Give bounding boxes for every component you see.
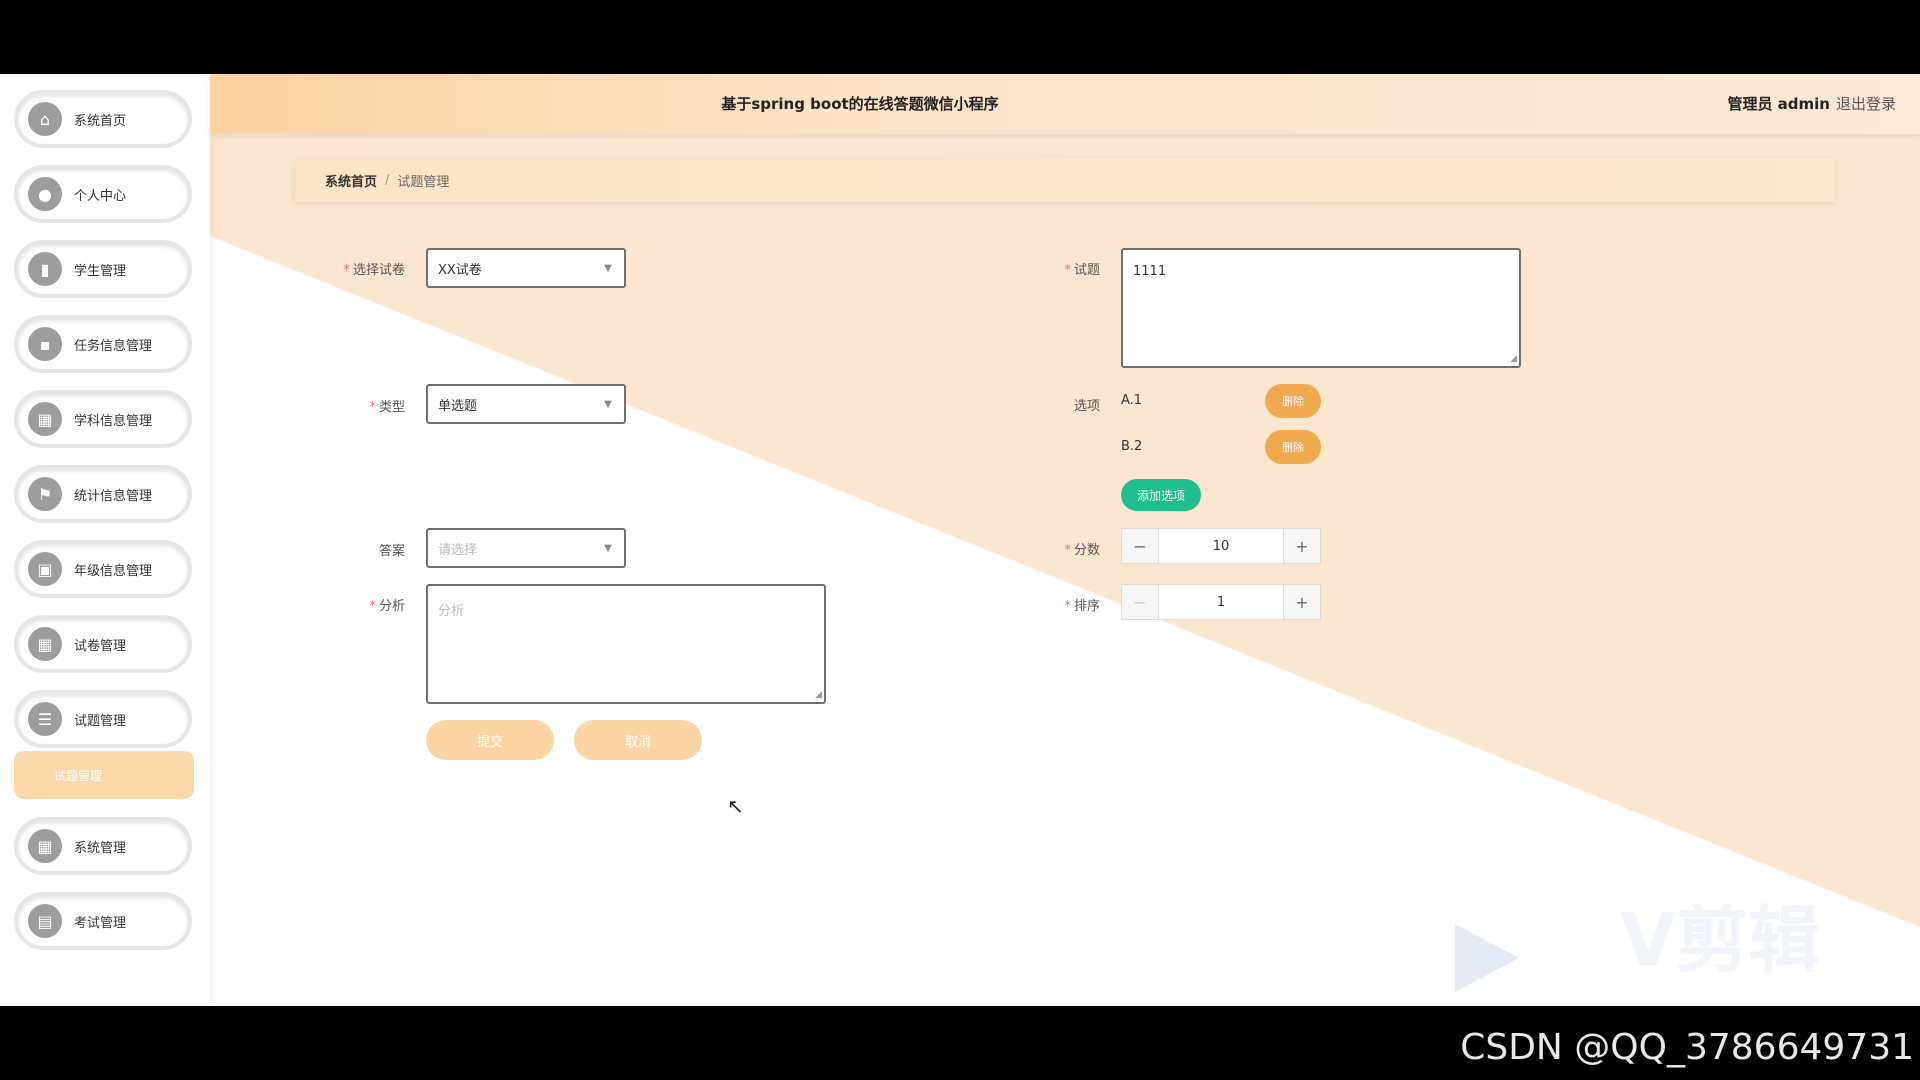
score-value[interactable]: 10 bbox=[1158, 529, 1284, 563]
order-value[interactable]: 1 bbox=[1158, 585, 1284, 619]
paper-select[interactable]: XX试卷 ▼ bbox=[426, 248, 626, 288]
sidebar-item-label: 试卷管理 bbox=[74, 638, 127, 654]
required-mark: * bbox=[343, 263, 350, 278]
flag-icon: ⚑ bbox=[28, 477, 62, 511]
breadcrumb-separator: / bbox=[385, 172, 390, 188]
grid-icon: ▦ bbox=[28, 402, 62, 436]
breadcrumb: 系统首页 / 试题管理 bbox=[295, 158, 1835, 202]
question-value: 1111 bbox=[1133, 264, 1167, 279]
type-select[interactable]: 单选题 ▼ bbox=[426, 384, 626, 424]
sidebar: ⌂ 系统首页 ● 个人中心 ▮ 学生管理 ▪ 任务信息管理 ▦ 学科信息管理 ⚑… bbox=[0, 74, 210, 1006]
sidebar-item-label: 任务信息管理 bbox=[74, 338, 153, 354]
grid-icon: ▦ bbox=[28, 829, 62, 863]
type-label: * 类型 bbox=[369, 400, 405, 415]
analysis-placeholder: 分析 bbox=[438, 604, 465, 619]
sidebar-item-label: 年级信息管理 bbox=[74, 563, 153, 579]
options-label: 选项 bbox=[1073, 399, 1100, 414]
sidebar-item-label: 学生管理 bbox=[74, 263, 127, 279]
mouse-cursor-icon: ↖ bbox=[727, 794, 744, 818]
app-title: 基于spring boot的在线答题微信小程序 bbox=[721, 95, 999, 113]
order-stepper[interactable]: − 1 + bbox=[1121, 584, 1321, 620]
home-icon: ⌂ bbox=[28, 102, 62, 136]
sidebar-item-profile[interactable]: ● 个人中心 bbox=[14, 165, 192, 223]
app-window: ⌂ 系统首页 ● 个人中心 ▮ 学生管理 ▪ 任务信息管理 ▦ 学科信息管理 ⚑… bbox=[0, 74, 1920, 1006]
sidebar-item-exams[interactable]: ▤ 考试管理 bbox=[14, 892, 192, 950]
sidebar-item-label: 试题管理 bbox=[74, 713, 127, 729]
logout-link[interactable]: 退出登录 bbox=[1836, 74, 1896, 134]
sliders-icon: ☰ bbox=[28, 702, 62, 736]
submit-button[interactable]: 提交 bbox=[426, 720, 554, 760]
plus-icon[interactable]: + bbox=[1284, 585, 1320, 619]
required-mark: * bbox=[1064, 543, 1071, 558]
delete-option-button[interactable]: 删除 bbox=[1265, 384, 1321, 418]
option-text: A.1 bbox=[1121, 393, 1143, 408]
sidebar-item-home[interactable]: ⌂ 系统首页 bbox=[14, 90, 192, 148]
message-icon: ▪ bbox=[28, 327, 62, 361]
sidebar-item-grades[interactable]: ▣ 年级信息管理 bbox=[14, 540, 192, 598]
chevron-down-icon: ▼ bbox=[604, 398, 612, 410]
required-mark: * bbox=[1064, 263, 1071, 278]
minus-icon[interactable]: − bbox=[1122, 585, 1158, 619]
document-icon: ▣ bbox=[28, 552, 62, 586]
sidebar-item-subjects[interactable]: ▦ 学科信息管理 bbox=[14, 390, 192, 448]
resize-grip-icon[interactable]: ◢ bbox=[815, 690, 822, 700]
footer-credit: CSDN @QQ_3786649731 bbox=[1460, 1027, 1914, 1068]
delete-option-button[interactable]: 删除 bbox=[1265, 430, 1321, 464]
add-option-button[interactable]: 添加选项 bbox=[1121, 479, 1201, 511]
analysis-label: * 分析 bbox=[369, 599, 405, 614]
top-header: 基于spring boot的在线答题微信小程序 管理员 admin 退出登录 bbox=[210, 74, 1920, 134]
order-label: * 排序 bbox=[1064, 599, 1100, 614]
type-select-value: 单选题 bbox=[438, 398, 478, 414]
breadcrumb-home[interactable]: 系统首页 bbox=[325, 171, 377, 190]
plus-icon[interactable]: + bbox=[1284, 529, 1320, 563]
sidebar-item-label: 统计信息管理 bbox=[74, 488, 153, 504]
sidebar-item-students[interactable]: ▮ 学生管理 bbox=[14, 240, 192, 298]
chevron-down-icon: ▼ bbox=[604, 542, 612, 554]
sidebar-item-label: 系统管理 bbox=[74, 840, 127, 856]
book-icon: ▮ bbox=[28, 252, 62, 286]
answer-select[interactable]: 请选择 ▼ bbox=[426, 528, 626, 568]
score-stepper[interactable]: − 10 + bbox=[1121, 528, 1321, 564]
score-label: * 分数 bbox=[1064, 543, 1100, 558]
question-label: * 试题 bbox=[1064, 263, 1100, 278]
paper-select-value: XX试卷 bbox=[438, 262, 482, 278]
sidebar-item-label: 学科信息管理 bbox=[74, 413, 153, 429]
sidebar-subitem-questions[interactable]: 试题管理 bbox=[14, 751, 194, 799]
user-icon: ● bbox=[28, 177, 62, 211]
sidebar-item-papers[interactable]: ▦ 试卷管理 bbox=[14, 615, 192, 673]
watermark-text: V剪辑 bbox=[1620, 898, 1820, 982]
resize-grip-icon[interactable]: ◢ bbox=[1510, 354, 1517, 364]
sidebar-item-statistics[interactable]: ⚑ 统计信息管理 bbox=[14, 465, 192, 523]
analysis-textarea[interactable]: 分析 ◢ bbox=[426, 584, 826, 704]
watermark-logo-icon bbox=[1455, 924, 1519, 992]
grid-icon: ▦ bbox=[28, 627, 62, 661]
sidebar-item-label: 个人中心 bbox=[74, 188, 127, 204]
sidebar-item-questions[interactable]: ☰ 试题管理 bbox=[14, 690, 192, 748]
current-user: 管理员 admin bbox=[1727, 95, 1830, 113]
required-mark: * bbox=[1064, 599, 1071, 614]
answer-label: 答案 bbox=[378, 544, 405, 559]
sidebar-item-label: 考试管理 bbox=[74, 915, 127, 931]
required-mark: * bbox=[369, 599, 376, 614]
sidebar-item-system[interactable]: ▦ 系统管理 bbox=[14, 817, 192, 875]
paper-label: * 选择试卷 bbox=[343, 263, 405, 278]
sidebar-subitem-label: 试题管理 bbox=[54, 768, 103, 783]
minus-icon[interactable]: − bbox=[1122, 529, 1158, 563]
option-text: B.2 bbox=[1121, 439, 1143, 454]
question-textarea[interactable]: 1111 ◢ bbox=[1121, 248, 1521, 368]
sidebar-item-label: 系统首页 bbox=[74, 113, 127, 129]
sidebar-item-tasks[interactable]: ▪ 任务信息管理 bbox=[14, 315, 192, 373]
required-mark: * bbox=[369, 400, 376, 415]
breadcrumb-current: 试题管理 bbox=[397, 174, 450, 190]
cancel-button[interactable]: 取消 bbox=[574, 720, 702, 760]
table-icon: ▤ bbox=[28, 904, 62, 938]
chevron-down-icon: ▼ bbox=[604, 262, 612, 274]
answer-select-placeholder: 请选择 bbox=[438, 542, 478, 558]
